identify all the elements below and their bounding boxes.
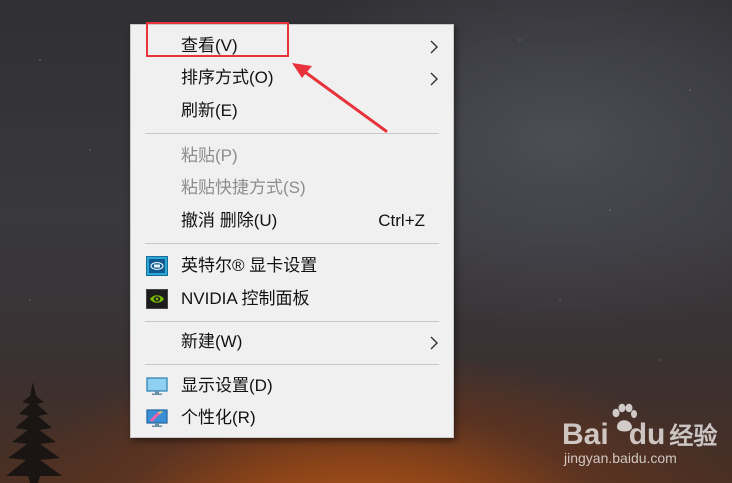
watermark-logo-suffix: 经验 [669,423,718,450]
watermark-url: jingyan.baidu.com [564,450,677,466]
watermark-logo-left: Bai [562,418,609,451]
paw-icon [612,403,637,432]
watermark-logo: Bai du 经验 [562,416,717,452]
baidu-jingyan-watermark: Bai du 经验 jingyan.baidu.com [562,400,732,480]
